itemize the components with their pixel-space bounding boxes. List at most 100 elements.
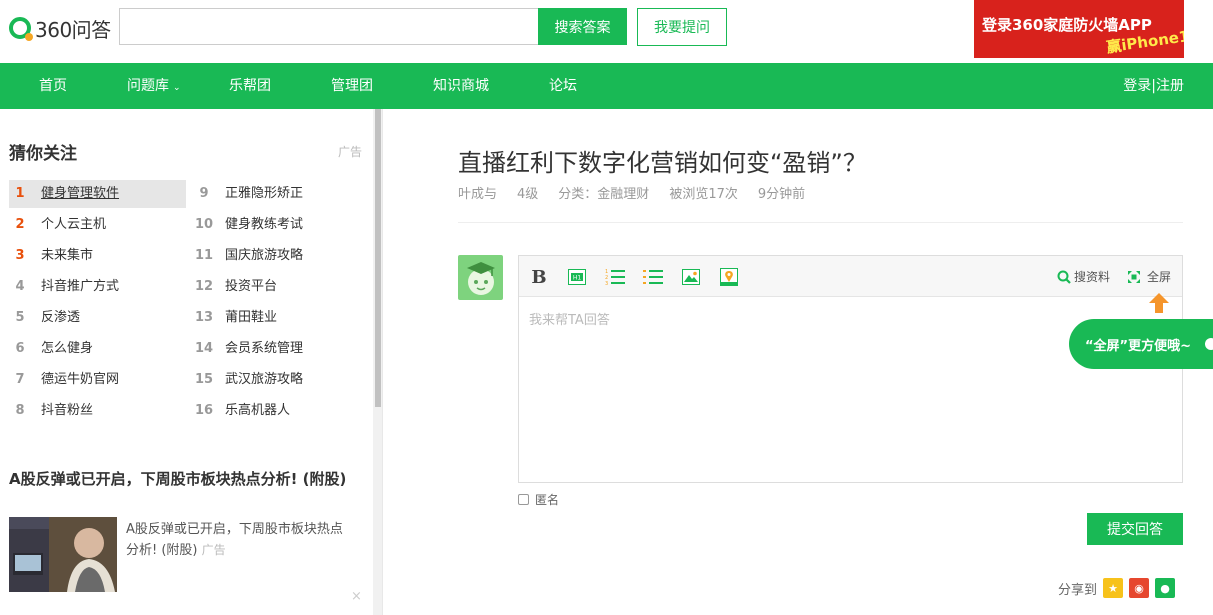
news-thumbnail[interactable] xyxy=(9,517,117,592)
search-icon xyxy=(1057,270,1071,284)
svg-text:H1: H1 xyxy=(573,275,582,282)
submit-answer-button[interactable]: 提交回答 xyxy=(1087,513,1183,545)
hot-item[interactable]: 10 健身教练考试 xyxy=(193,211,303,239)
hot-label: 会员系统管理 xyxy=(225,341,304,356)
sidebar-scrollbar-thumb[interactable] xyxy=(375,109,381,407)
bullet-list-icon[interactable] xyxy=(643,267,663,287)
login-register: 登录|注册 xyxy=(1123,63,1184,109)
timestamp: 9分钟前 xyxy=(757,187,806,202)
nav-item-question-library[interactable]: 问题库 ⌄ xyxy=(127,63,181,109)
hot-label: 正雅隐形矫正 xyxy=(225,186,304,201)
svg-text:3: 3 xyxy=(605,281,608,286)
login-link[interactable]: 登录 xyxy=(1123,78,1151,94)
view-count: 被浏览17次 xyxy=(669,187,738,202)
qzone-star-icon[interactable]: ★ xyxy=(1103,578,1124,598)
hot-item[interactable]: 2 个人云主机 xyxy=(9,211,106,239)
hot-label: 反渗透 xyxy=(41,310,81,325)
tooltip-dot xyxy=(1205,338,1213,350)
weibo-icon[interactable]: ◉ xyxy=(1129,578,1150,598)
image-icon[interactable] xyxy=(681,267,701,287)
nav-item-label: 问题库 xyxy=(127,78,169,94)
ad-label: 广告 xyxy=(338,145,363,159)
hot-rank: 9 xyxy=(199,186,209,201)
hot-label: 健身管理软件 xyxy=(41,186,120,201)
wechat-icon[interactable]: ● xyxy=(1155,578,1176,598)
graduate-icon xyxy=(466,261,495,295)
hot-rank: 5 xyxy=(15,310,25,325)
avatar xyxy=(458,255,503,300)
hot-label: 抖音推广方式 xyxy=(41,279,120,294)
hot-item[interactable]: 7 德运牛奶官网 xyxy=(9,366,119,394)
logo-text: 360问答 xyxy=(35,17,111,42)
heading-icon[interactable]: H1 xyxy=(567,267,587,287)
bold-icon[interactable]: B xyxy=(529,267,549,288)
logo[interactable]: 360问答 xyxy=(9,14,111,42)
hot-item[interactable]: 8 抖音粉丝 xyxy=(9,397,93,425)
search-material-label: 搜资料 xyxy=(1074,270,1111,284)
hot-rank: 1 xyxy=(15,186,25,201)
hot-label: 莆田鞋业 xyxy=(225,310,278,325)
hot-rank: 6 xyxy=(15,341,25,356)
nav-item-forum[interactable]: 论坛 xyxy=(549,63,577,109)
share-bar: 分享到 ★ ◉ ● xyxy=(1058,578,1176,598)
hot-item[interactable]: 16 乐高机器人 xyxy=(193,397,290,425)
answer-textarea[interactable]: 我来帮TA回答 xyxy=(529,309,610,328)
hot-rank: 11 xyxy=(194,248,214,263)
anonymous-checkbox[interactable]: 匿名 xyxy=(518,491,559,508)
nav-item-mall[interactable]: 知识商城 xyxy=(433,63,489,109)
answer-editor: B H1 123 搜资料 全屏 我来帮TA回答 xyxy=(518,255,1183,483)
hot-item[interactable]: 6 怎么健身 xyxy=(9,335,93,363)
top-bar: 360问答 搜索答案 我要提问 登录360家庭防火墙APP 赢iPhone11 xyxy=(0,0,1213,63)
author[interactable]: 叶成与 xyxy=(458,183,497,202)
fullscreen-button[interactable]: 全屏 xyxy=(1127,268,1171,285)
nav-item-lebang[interactable]: 乐帮团 xyxy=(229,63,271,109)
hot-item[interactable]: 11 国庆旅游攻略 xyxy=(193,242,303,270)
main-nav: 首页 问题库 ⌄ 乐帮团 管理团 知识商城 论坛 登录|注册 xyxy=(0,63,1213,109)
close-icon[interactable]: × xyxy=(351,589,362,604)
hot-item[interactable]: 15 武汉旅游攻略 xyxy=(193,366,303,394)
level: 4级 xyxy=(517,187,539,202)
hot-rank: 4 xyxy=(15,279,25,294)
hot-rank: 7 xyxy=(15,372,25,387)
news-summary[interactable]: A股反弹或已开启，下周股市板块热点分析! (附股) 广告 xyxy=(126,519,346,561)
logo-icon xyxy=(9,17,33,41)
hot-label: 未来集市 xyxy=(41,248,94,263)
hot-item[interactable]: 4 抖音推广方式 xyxy=(9,273,119,301)
promo-banner[interactable]: 登录360家庭防火墙APP 赢iPhone11 xyxy=(974,0,1184,58)
news-photo xyxy=(9,517,117,592)
hot-label: 投资平台 xyxy=(225,279,278,294)
hot-rank: 10 xyxy=(194,217,214,232)
ordered-list-icon[interactable]: 123 xyxy=(605,267,625,287)
ask-question-button[interactable]: 我要提问 xyxy=(637,8,727,46)
fullscreen-icon xyxy=(1128,270,1140,283)
ad-label: 广告 xyxy=(201,543,226,557)
nav-item-manage[interactable]: 管理团 xyxy=(331,63,373,109)
nav-item-home[interactable]: 首页 xyxy=(39,63,67,109)
hot-rank: 16 xyxy=(194,403,214,418)
hot-rank: 15 xyxy=(194,372,214,387)
news-title[interactable]: A股反弹或已开启，下周股市板块热点分析! (附股) xyxy=(9,468,359,490)
hot-item[interactable]: 3 未来集市 xyxy=(9,242,93,270)
map-pin-icon[interactable] xyxy=(719,267,739,287)
checkbox[interactable] xyxy=(518,494,529,505)
hot-rank: 8 xyxy=(15,403,25,418)
hot-item[interactable]: 14 会员系统管理 xyxy=(193,335,303,363)
category[interactable]: 分类：金融理财 xyxy=(558,183,649,202)
search-button[interactable]: 搜索答案 xyxy=(538,8,627,45)
hot-item[interactable]: 9 正雅隐形矫正 xyxy=(193,180,303,208)
hot-label: 武汉旅游攻略 xyxy=(225,372,304,387)
hot-item[interactable]: 12 投资平台 xyxy=(193,273,277,301)
share-label: 分享到 xyxy=(1058,582,1098,598)
hot-label: 德运牛奶官网 xyxy=(41,372,120,387)
search-input[interactable] xyxy=(119,8,538,45)
hot-label: 健身教练考试 xyxy=(225,217,304,232)
fullscreen-tooltip: “全屏”更方便哦~ xyxy=(1069,319,1213,369)
hot-rank: 3 xyxy=(15,248,25,263)
hot-item[interactable]: 1 健身管理软件 xyxy=(9,180,186,208)
hot-item[interactable]: 5 反渗透 xyxy=(9,304,80,332)
hot-label: 个人云主机 xyxy=(41,217,107,232)
news-summary-text: A股反弹或已开启，下周股市板块热点分析! (附股) xyxy=(126,522,343,558)
search-material-button[interactable]: 搜资料 xyxy=(1057,268,1110,285)
hot-item[interactable]: 13 莆田鞋业 xyxy=(193,304,277,332)
register-link[interactable]: 注册 xyxy=(1156,78,1184,94)
